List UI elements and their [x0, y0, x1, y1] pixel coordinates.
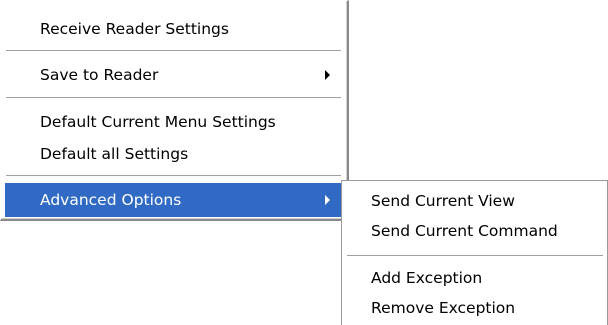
- menu-separator: [347, 255, 603, 257]
- menu-item-label: Default Current Menu Settings: [40, 113, 276, 131]
- menu-item-label: Remove Exception: [371, 299, 516, 317]
- menu-item-default-current-menu-settings[interactable]: Default Current Menu Settings: [5, 105, 342, 139]
- menu-item-label: Default all Settings: [40, 145, 189, 163]
- advanced-options-submenu: Send Current View Send Current Command A…: [341, 180, 608, 325]
- menu-item-add-exception[interactable]: Add Exception: [345, 261, 606, 295]
- menu-separator: [6, 50, 341, 52]
- menu-item-label: Send Current View: [371, 192, 515, 210]
- menu-item-label: Receive Reader Settings: [40, 20, 229, 38]
- submenu-arrow-icon: [325, 70, 330, 80]
- menu-item-receive-reader-settings[interactable]: Receive Reader Settings: [5, 12, 342, 46]
- menu-item-label: Save to Reader: [40, 66, 159, 84]
- menu-separator: [6, 175, 341, 177]
- menu-item-send-current-command[interactable]: Send Current Command: [345, 214, 606, 248]
- menu-item-send-current-view[interactable]: Send Current View: [345, 184, 606, 218]
- menu-item-remove-exception[interactable]: Remove Exception: [345, 291, 606, 325]
- menu-separator: [6, 97, 341, 99]
- menu-item-save-to-reader[interactable]: Save to Reader: [5, 58, 342, 92]
- menu-item-label: Send Current Command: [371, 222, 558, 240]
- context-menu: Receive Reader Settings Save to Reader D…: [0, 0, 349, 221]
- menu-item-advanced-options[interactable]: Advanced Options: [5, 183, 342, 217]
- menu-item-label: Add Exception: [371, 269, 483, 287]
- menu-item-label: Advanced Options: [40, 191, 182, 209]
- submenu-arrow-icon: [325, 195, 330, 205]
- menu-item-default-all-settings[interactable]: Default all Settings: [5, 137, 342, 171]
